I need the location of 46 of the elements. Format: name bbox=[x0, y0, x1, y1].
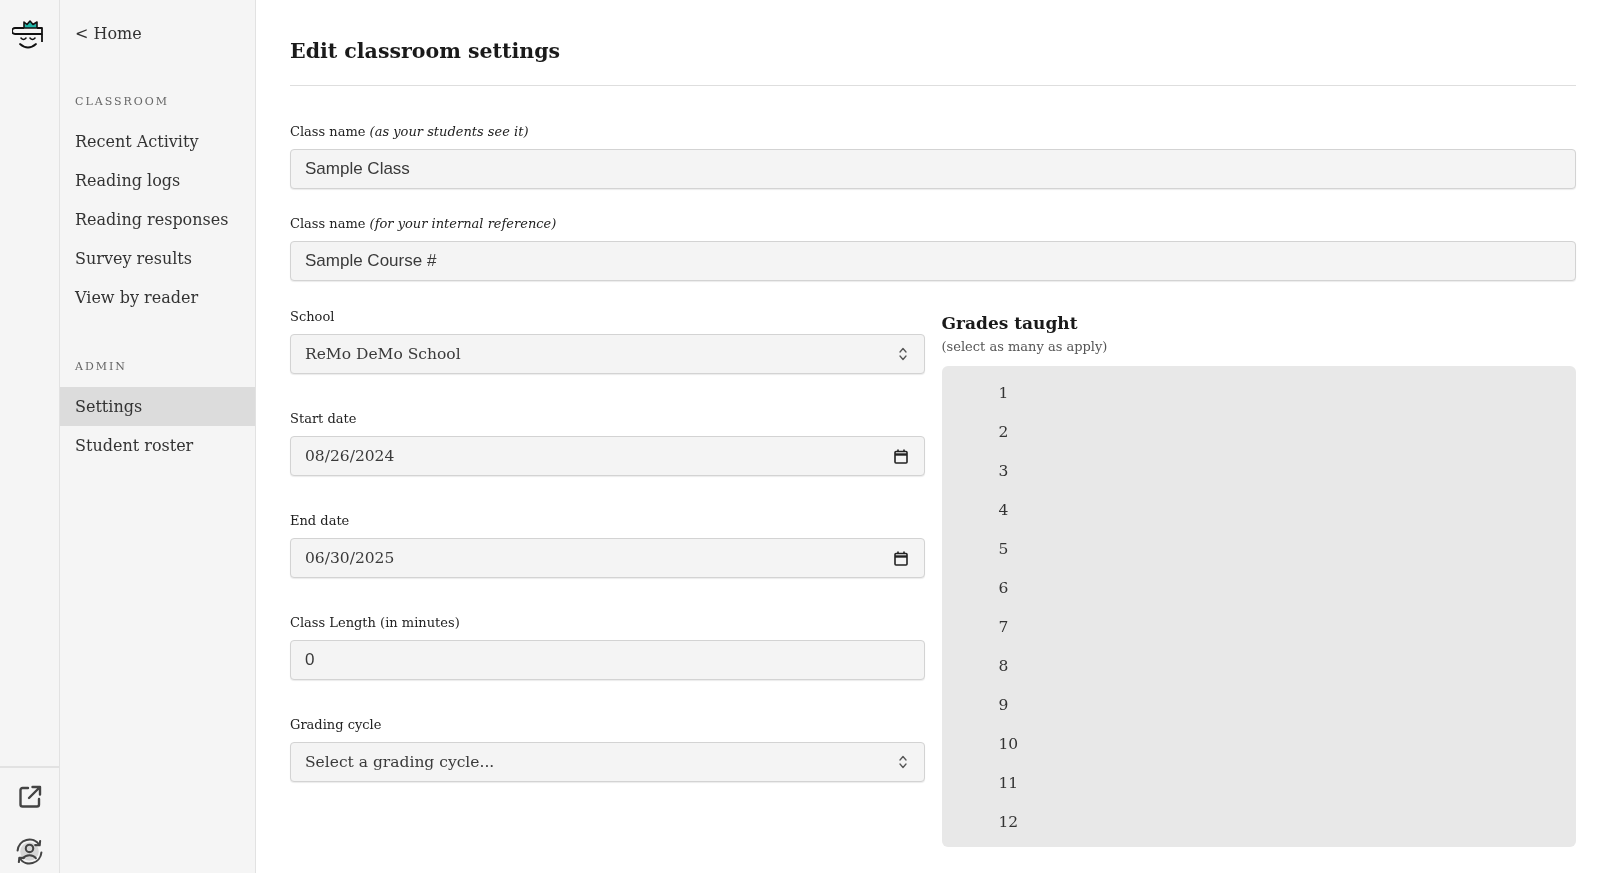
text-field[interactable]: Sample Course # bbox=[290, 241, 1576, 281]
sidebar-item[interactable]: Student roster bbox=[60, 426, 255, 465]
up-down-chevron-icon bbox=[898, 347, 907, 361]
hint-text: (select as many as apply) bbox=[941, 338, 1108, 356]
section-heading: ADMIN bbox=[75, 359, 127, 375]
text-field[interactable]: Sample Class bbox=[290, 149, 1576, 189]
select-dropdown[interactable]: Select a grading cycle... bbox=[290, 742, 925, 782]
grade-option[interactable]: 2 bbox=[941, 413, 1576, 452]
grade-option[interactable]: 9 bbox=[941, 686, 1576, 725]
date-field[interactable]: 08/26/2024 bbox=[290, 436, 925, 476]
field-label: School bbox=[290, 308, 335, 326]
grade-option[interactable]: 3 bbox=[941, 452, 1576, 491]
field-label: Class name (as your students see it) bbox=[290, 123, 529, 141]
calendar-icon[interactable] bbox=[893, 448, 908, 464]
grade-option[interactable]: 10 bbox=[941, 725, 1576, 764]
grade-option[interactable]: 1 bbox=[941, 374, 1576, 413]
section-title: Grades taught bbox=[941, 312, 1078, 335]
sidebar-item[interactable]: Reading responses bbox=[60, 200, 255, 239]
grade-option[interactable]: 5 bbox=[941, 530, 1576, 569]
grade-option[interactable]: 12 bbox=[941, 803, 1576, 842]
sidebar-item[interactable]: Recent Activity bbox=[60, 122, 255, 161]
field-label: End date bbox=[290, 512, 350, 530]
number-field[interactable]: 0 bbox=[290, 640, 925, 680]
page-title: Edit classroom settings bbox=[290, 38, 562, 65]
grade-option[interactable]: 7 bbox=[941, 608, 1576, 647]
field-label: Class name (for your internal reference) bbox=[290, 215, 557, 233]
sidebar-item[interactable]: Reading logs bbox=[60, 161, 255, 200]
grade-option[interactable]: 6 bbox=[941, 569, 1576, 608]
field-label: Class Length (in minutes) bbox=[290, 614, 460, 632]
field-label: Start date bbox=[290, 410, 357, 428]
select-dropdown[interactable]: ReMo DeMo School bbox=[290, 334, 925, 374]
grade-option[interactable]: 11 bbox=[941, 764, 1576, 803]
date-field[interactable]: 06/30/2025 bbox=[290, 538, 925, 578]
sidebar-item[interactable]: View by reader bbox=[60, 278, 255, 317]
home-link[interactable]: < Home bbox=[75, 19, 142, 49]
calendar-icon[interactable] bbox=[893, 550, 908, 566]
external-link-icon[interactable] bbox=[16, 784, 43, 810]
sidebar-item[interactable]: Settings bbox=[60, 387, 255, 426]
up-down-chevron-icon bbox=[898, 755, 907, 769]
person-cycle-icon[interactable] bbox=[14, 836, 45, 867]
field-label: Grading cycle bbox=[290, 716, 382, 734]
grade-option[interactable]: 4 bbox=[941, 491, 1576, 530]
sidebar-item[interactable]: Survey results bbox=[60, 239, 255, 278]
grades-listbox[interactable]: 1 2 3 4 5 6 7 8 9 10 11 12 bbox=[941, 366, 1576, 847]
section-heading: CLASSROOM bbox=[75, 94, 170, 110]
grade-option[interactable]: 8 bbox=[941, 647, 1576, 686]
